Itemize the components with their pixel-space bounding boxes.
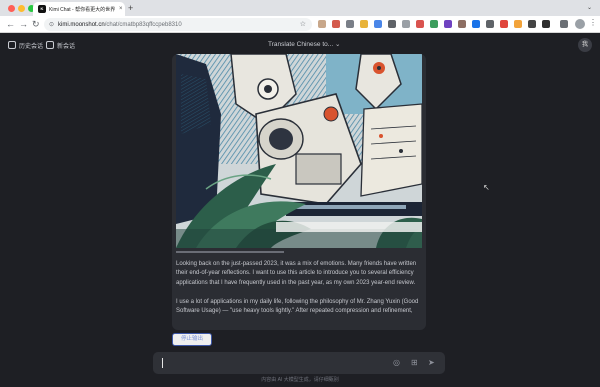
extension-icon[interactable] [542, 20, 550, 28]
profile-avatar-icon[interactable] [575, 19, 585, 29]
article-illustration-image [176, 54, 422, 248]
user-avatar[interactable]: 我 [578, 38, 592, 52]
history-label: 历史会话 [19, 43, 44, 50]
forward-arrow-icon[interactable]: → [19, 18, 28, 30]
history-icon [8, 41, 16, 49]
globe-icon[interactable]: ◎ [393, 358, 400, 368]
mouse-cursor-icon: ↖ [483, 183, 490, 192]
model-selector[interactable]: Translate Chinese to... ⌄ [268, 40, 340, 48]
send-icon[interactable]: ➤ [428, 358, 435, 368]
extension-icon[interactable] [444, 20, 452, 28]
url-text: kimi.moonshot.cn/chat/cmatbp83qffccpeb83… [58, 22, 182, 28]
kimi-chat-app: 历史会话 新会话 Translate Chinese to... ⌄ 我 Loo… [0, 34, 600, 387]
history-button[interactable]: 历史会话 [8, 38, 43, 52]
extension-icon[interactable] [528, 20, 536, 28]
image-progress-bar [176, 251, 284, 253]
address-bar[interactable]: ⊙ kimi.moonshot.cn/chat/cmatbp83qffccpeb… [44, 18, 312, 31]
new-chat-label: 新会话 [57, 43, 76, 50]
extension-icon[interactable] [486, 20, 494, 28]
reload-icon[interactable]: ↻ [32, 18, 40, 30]
extension-icon[interactable] [360, 20, 368, 28]
message-paragraph: I use a lot of applications in my daily … [176, 299, 419, 315]
url-path: /chat/cmatbp83qffccpeb8310 [104, 21, 182, 28]
extension-icon[interactable] [402, 20, 410, 28]
ai-disclaimer: 内容由 AI 大模型生成，请仔细甄别 [261, 377, 339, 383]
new-tab-button[interactable]: + [128, 2, 133, 14]
assistant-message: Looking back on the just-passed 2023, it… [172, 54, 426, 330]
extension-icon[interactable] [458, 20, 466, 28]
site-info-icon[interactable]: ⊙ [49, 21, 54, 28]
new-chat-icon [46, 41, 54, 49]
extension-icon[interactable] [500, 20, 508, 28]
extension-icon[interactable] [374, 20, 382, 28]
url-host: kimi.moonshot.cn [58, 21, 105, 28]
chat-input-box[interactable]: ◎ ⊞ ➤ [153, 352, 445, 374]
new-chat-button[interactable]: 新会话 [46, 38, 75, 52]
extensions-puzzle-icon[interactable] [560, 20, 568, 28]
model-label: Translate Chinese to... [268, 41, 334, 48]
extension-icon[interactable] [388, 20, 396, 28]
tab-close-icon[interactable]: × [119, 6, 123, 12]
kebab-menu-icon[interactable]: ⋮ [589, 18, 597, 27]
tab-search-icon[interactable]: ⌄ [587, 4, 592, 11]
bookmark-star-icon[interactable]: ☆ [300, 20, 306, 28]
close-window-button[interactable] [8, 5, 15, 12]
browser-tab[interactable]: K Kimi Chat - 帮你看更大的世界 × [33, 2, 125, 16]
extension-icon[interactable] [472, 20, 480, 28]
browser-titlebar: K Kimi Chat - 帮你看更大的世界 × + ⌄ [0, 0, 600, 16]
extension-icon[interactable] [430, 20, 438, 28]
chevron-down-icon: ⌄ [334, 41, 341, 48]
extension-icon[interactable] [514, 20, 522, 28]
upload-file-icon[interactable]: ⊞ [411, 358, 418, 368]
extension-icon[interactable] [318, 20, 326, 28]
tab-title: Kimi Chat - 帮你看更大的世界 [49, 6, 116, 13]
back-arrow-icon[interactable]: ← [6, 18, 15, 30]
extension-icon[interactable] [332, 20, 340, 28]
stop-generating-button[interactable]: 停止输出 [172, 333, 212, 346]
browser-toolbar: ← → ↻ ⊙ kimi.moonshot.cn/chat/cmatbp83qf… [0, 16, 600, 33]
message-paragraph: Looking back on the just-passed 2023, it… [176, 261, 417, 286]
extension-icon[interactable] [346, 20, 354, 28]
extension-icon[interactable] [416, 20, 424, 28]
minimize-window-button[interactable] [18, 5, 25, 12]
text-caret [162, 358, 163, 368]
kimi-favicon-icon: K [38, 5, 46, 13]
